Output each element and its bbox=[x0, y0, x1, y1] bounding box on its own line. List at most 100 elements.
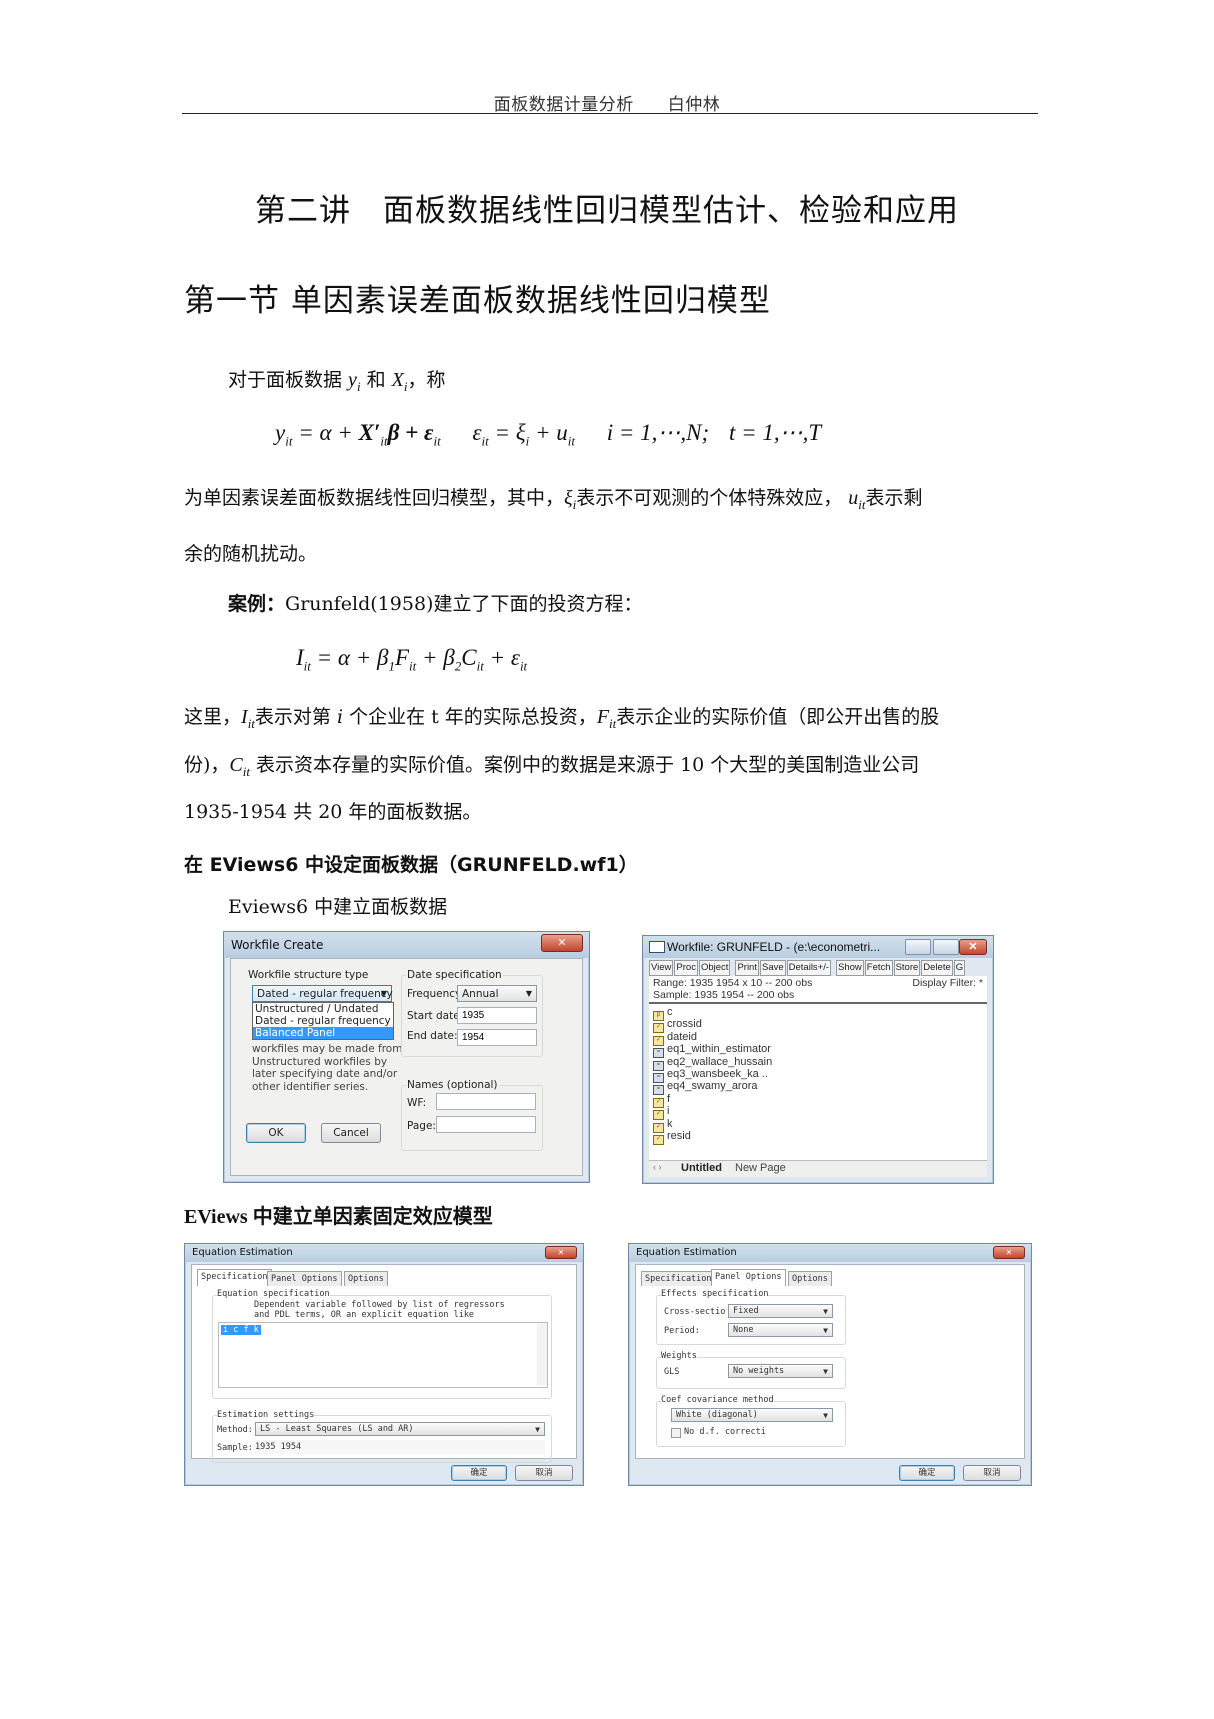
gls-label: GLS bbox=[664, 1367, 680, 1377]
workfile-info: Range: 1935 1954 x 10 -- 200 obs Display… bbox=[649, 976, 987, 1004]
no-df-correction-checkbox[interactable] bbox=[671, 1428, 681, 1438]
start-date-input[interactable] bbox=[457, 1007, 537, 1024]
object-name: resid bbox=[667, 1129, 691, 1142]
object-name: crossid bbox=[667, 1018, 702, 1031]
paragraph-2-line2: 份)，Cit 表示资本存量的实际价值。案例中的数据是来源于 10 个大型的美国制… bbox=[184, 754, 920, 779]
method-label: Method: bbox=[217, 1425, 253, 1435]
workfile-window: Workfile: GRUNFELD - (e:\econometri... ✕… bbox=[642, 935, 994, 1184]
toolbar-button-delete[interactable]: Delete bbox=[921, 960, 953, 976]
maximize-button[interactable] bbox=[933, 939, 959, 955]
no-df-correction-label: No d.f. correcti bbox=[684, 1427, 766, 1437]
cancel-button[interactable]: Cancel bbox=[321, 1123, 381, 1143]
header-author: 白仲林 bbox=[667, 95, 721, 115]
structure-type-select[interactable]: Dated - regular frequency ▼ bbox=[252, 985, 393, 1002]
close-button[interactable]: ✕ bbox=[993, 1246, 1025, 1259]
tab-new-page[interactable]: New Page bbox=[735, 1162, 786, 1174]
tab-options[interactable]: Options bbox=[788, 1271, 832, 1286]
ok-button[interactable]: 确定 bbox=[899, 1465, 955, 1481]
toolbar-button-store[interactable]: Store bbox=[893, 960, 921, 976]
intro-paragraph: 对于面板数据 yi 和 Xi，称 bbox=[228, 369, 446, 394]
frequency-select[interactable]: Annual ▼ bbox=[457, 985, 537, 1002]
covariance-method-select[interactable]: White (diagonal) ▼ bbox=[671, 1408, 833, 1422]
toolbar-button-object[interactable]: Object bbox=[698, 960, 731, 976]
title-bar: Workfile: GRUNFELD - (e:\econometri... ✕ bbox=[643, 936, 993, 958]
toolbar-button-details-[interactable]: Details+/- bbox=[786, 960, 832, 976]
caption-1: Eviews6 中建立面板数据 bbox=[228, 896, 448, 918]
lecture-title: 第二讲 面板数据线性回归模型估计、检验和应用 bbox=[255, 193, 959, 229]
toolbar-button-print[interactable]: Print bbox=[735, 960, 759, 976]
textarea-scrollbar[interactable] bbox=[537, 1323, 547, 1385]
workfile-object[interactable]: = eq3_wansbeek_ka .. bbox=[653, 1068, 983, 1083]
dialog-title: Equation Estimation bbox=[192, 1247, 293, 1258]
workfile-object[interactable]: βc bbox=[653, 1006, 983, 1021]
tab-specification[interactable]: Specification bbox=[641, 1271, 716, 1286]
sample-label: Sample: bbox=[217, 1443, 253, 1453]
period-select[interactable]: None ▼ bbox=[728, 1323, 833, 1337]
workfile-object[interactable]: ✓ crossid bbox=[653, 1018, 983, 1034]
sample-input[interactable]: 1935 1954 bbox=[255, 1440, 545, 1454]
workfile-object[interactable]: ✓ k bbox=[653, 1118, 983, 1133]
wf-name-input[interactable] bbox=[436, 1093, 536, 1110]
gls-weights-select[interactable]: No weights ▼ bbox=[728, 1364, 833, 1378]
toolbar-button-save[interactable]: Save bbox=[759, 960, 786, 976]
chevron-down-icon: ▼ bbox=[823, 1367, 828, 1376]
toolbar-button-view[interactable]: View bbox=[649, 960, 674, 976]
investment-equation: Iit = α + β1Fit + β2Cit + εit bbox=[296, 645, 528, 674]
close-button[interactable]: ✕ bbox=[959, 939, 987, 955]
object-name: dateid bbox=[667, 1030, 697, 1043]
title-bar: Workfile Create ✕ bbox=[224, 932, 589, 958]
workfile-object[interactable]: ✓ f bbox=[653, 1093, 983, 1108]
option-balanced-panel[interactable]: Balanced Panel bbox=[253, 1027, 393, 1039]
workfile-toolbar: View Proc Object Print Save Details+/- Show Fet… bbox=[649, 960, 991, 976]
equation-spec-textarea[interactable]: i c f k bbox=[218, 1322, 548, 1388]
object-name: eq2_wallace_hussain bbox=[667, 1055, 773, 1068]
cancel-button[interactable]: 取消 bbox=[515, 1465, 573, 1481]
tab-untitled[interactable]: Untitled bbox=[681, 1162, 722, 1174]
page-nav-arrows[interactable]: ‹ › bbox=[653, 1162, 662, 1172]
object-list: β c ✓ crossid ✓ dateid = eq1_within_estimator = e… bbox=[649, 1004, 987, 1161]
option-dated-regular[interactable]: Dated - regular frequency bbox=[253, 1015, 393, 1027]
tab-panel-options[interactable]: Panel Options bbox=[267, 1271, 342, 1286]
workfile-object[interactable]: = eq4_swamy_arora bbox=[653, 1080, 983, 1096]
cross-section-select[interactable]: Fixed ▼ bbox=[728, 1304, 833, 1318]
covariance-group-label: Coef covariance method bbox=[661, 1395, 774, 1405]
ok-button[interactable]: OK bbox=[246, 1123, 306, 1143]
tab-specification[interactable]: Specification bbox=[197, 1269, 272, 1286]
close-button[interactable]: ✕ bbox=[545, 1246, 577, 1259]
range-text: Range: 1935 1954 x 10 -- 200 obs bbox=[653, 977, 813, 989]
workfile-object[interactable]: ✓ i bbox=[653, 1105, 983, 1121]
toolbar-button-g[interactable]: G bbox=[953, 960, 966, 976]
page-header: 面板数据计量分析 白仲林 bbox=[0, 90, 1214, 115]
subsection-2: EViews 中建立单因素固定效应模型 bbox=[184, 1206, 493, 1228]
option-unstructured[interactable]: Unstructured / Undated bbox=[253, 1003, 393, 1015]
estimation-group-label: Estimation settings bbox=[217, 1410, 315, 1420]
equation-spec-text: i c f k bbox=[221, 1325, 261, 1335]
cancel-button[interactable]: 取消 bbox=[963, 1465, 1021, 1481]
weights-group-label: Weights bbox=[661, 1351, 697, 1361]
object-name: i bbox=[667, 1105, 670, 1118]
ok-button[interactable]: 确定 bbox=[451, 1465, 507, 1481]
toolbar-button-fetch[interactable]: Fetch bbox=[864, 960, 893, 976]
page-name-input[interactable] bbox=[436, 1116, 536, 1133]
tab-options[interactable]: Options bbox=[344, 1271, 388, 1286]
toolbar-button-show[interactable]: Show bbox=[836, 960, 864, 976]
chevron-down-icon: ▼ bbox=[823, 1307, 828, 1316]
toolbar-button-proc[interactable]: Proc bbox=[674, 960, 698, 976]
period-label: Period: bbox=[664, 1326, 700, 1336]
end-date-label: End date: bbox=[407, 1030, 458, 1042]
workfile-object[interactable]: ✓ dateid bbox=[653, 1030, 983, 1046]
chevron-down-icon: ▼ bbox=[823, 1326, 828, 1335]
method-select[interactable]: LS - Least Squares (LS and AR) ▼ bbox=[255, 1422, 545, 1436]
end-date-input[interactable] bbox=[457, 1029, 537, 1046]
paragraph-2-line1: 这里，Iit表示对第 i 个企业在 t 年的实际总投资，Fit表示企业的实际价值… bbox=[184, 706, 940, 731]
workfile-object[interactable]: ✓ resid bbox=[653, 1129, 983, 1145]
minimize-button[interactable] bbox=[905, 939, 931, 955]
workfile-object[interactable]: = eq2_wallace_hussain bbox=[653, 1055, 983, 1071]
tab-panel-options[interactable]: Panel Options bbox=[711, 1269, 786, 1286]
close-button[interactable]: ✕ bbox=[541, 934, 583, 952]
display-filter[interactable]: Display Filter: * bbox=[912, 977, 983, 989]
example-paragraph: 案例：Grunfeld(1958)建立了下面的投资方程： bbox=[228, 593, 643, 615]
paragraph-2-line3: 1935-1954 共 20 年的面板数据。 bbox=[184, 801, 482, 823]
workfile-object[interactable]: = eq1_within_estimator bbox=[653, 1043, 983, 1059]
paragraph-1-line2: 余的随机扰动。 bbox=[184, 543, 318, 565]
